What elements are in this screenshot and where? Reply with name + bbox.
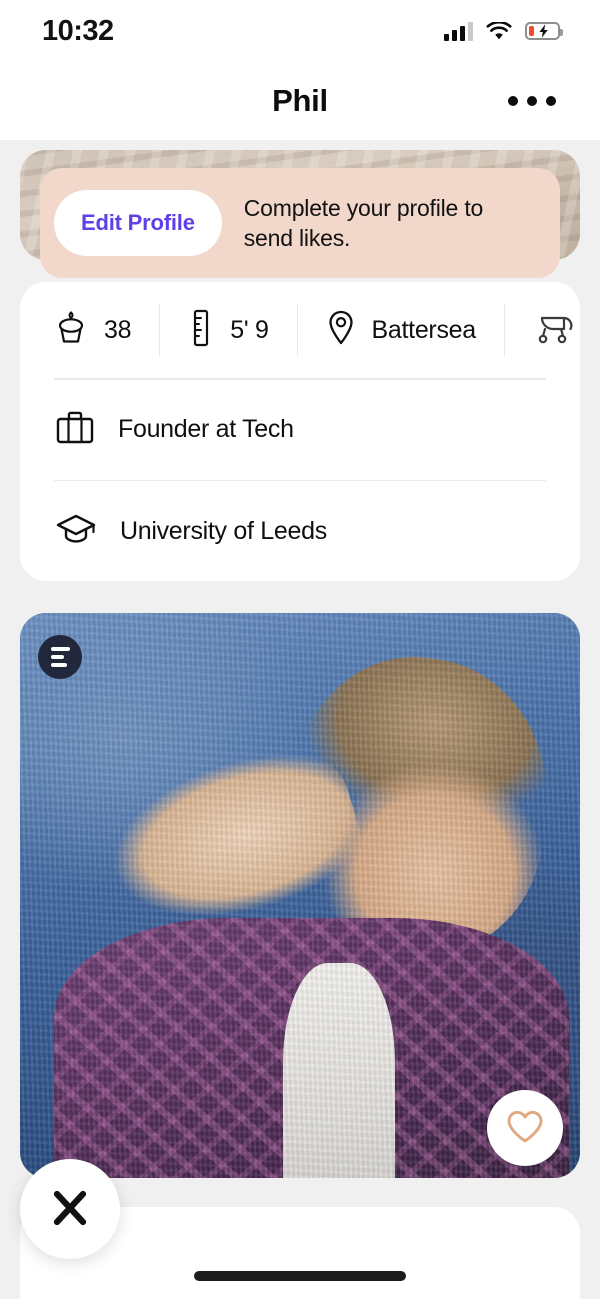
- education-text: University of Leeds: [120, 516, 327, 545]
- stroller-icon: [533, 309, 573, 352]
- profile-scroll-area[interactable]: Edit Profile Complete your profile to se…: [0, 140, 600, 1299]
- home-indicator[interactable]: [194, 1271, 406, 1281]
- briefcase-icon: [54, 407, 96, 452]
- info-row-education: University of Leeds: [20, 481, 580, 581]
- location-pin-icon: [326, 309, 356, 352]
- wifi-icon: [486, 20, 512, 41]
- graduation-cap-icon: [54, 512, 98, 551]
- stat-children: [505, 304, 580, 356]
- work-text: Founder at Tech: [118, 415, 294, 443]
- profile-photo: [20, 613, 580, 1178]
- ruler-icon: [188, 309, 214, 352]
- profile-stats-row[interactable]: 38 5' 9 Battersea: [20, 282, 580, 378]
- phone-screen: 10:32 Phil Edit Profile Complete your pr…: [0, 0, 600, 1299]
- pass-button[interactable]: [20, 1159, 120, 1259]
- edit-profile-button[interactable]: Edit Profile: [54, 190, 222, 256]
- stat-location: Battersea: [298, 304, 505, 356]
- status-time: 10:32: [42, 14, 114, 47]
- stat-age-value: 38: [104, 315, 132, 344]
- badge-lines: [50, 647, 70, 667]
- nav-header: Phil: [0, 62, 600, 140]
- cupcake-icon: [54, 310, 88, 351]
- close-x-icon: [45, 1183, 95, 1236]
- info-row-work: Founder at Tech: [20, 380, 580, 480]
- page-title: Phil: [272, 83, 328, 118]
- profile-photo-card[interactable]: [20, 613, 580, 1178]
- stat-age: 38: [20, 304, 161, 356]
- like-button[interactable]: [487, 1090, 563, 1166]
- stat-height: 5' 9: [160, 304, 298, 356]
- complete-profile-banner: Edit Profile Complete your profile to se…: [40, 168, 560, 278]
- battery-charging-icon: [525, 22, 563, 40]
- status-indicators: [444, 20, 563, 41]
- cellular-signal-icon: [444, 21, 473, 41]
- heart-outline-icon: [505, 1108, 545, 1149]
- stat-location-value: Battersea: [371, 315, 477, 344]
- photo-subject: [20, 613, 580, 1178]
- ellipsis-icon[interactable]: [496, 84, 568, 118]
- profile-info-card: 38 5' 9 Battersea Founder at Tech Univer…: [20, 282, 580, 581]
- status-bar: 10:32: [0, 0, 600, 62]
- text-lines-icon[interactable]: [38, 635, 82, 679]
- stat-height-value: 5' 9: [230, 315, 269, 344]
- banner-message: Complete your profile to send likes.: [243, 194, 484, 251]
